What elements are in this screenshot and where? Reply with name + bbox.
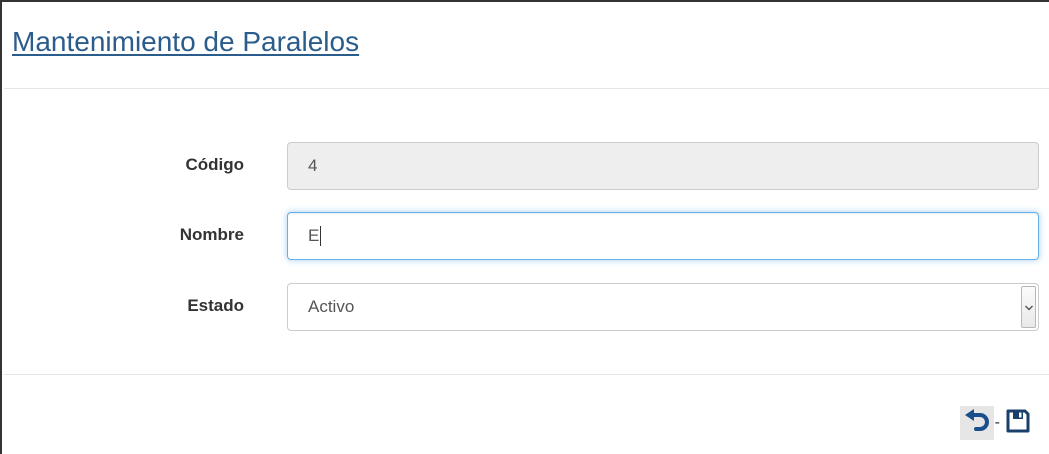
save-button[interactable] bbox=[1001, 406, 1035, 440]
codigo-field: 4 bbox=[287, 142, 1039, 190]
estado-selected-value: Activo bbox=[308, 297, 355, 316]
estado-select[interactable]: Activo bbox=[287, 283, 1039, 331]
nombre-value: E bbox=[308, 226, 320, 245]
text-caret bbox=[320, 225, 322, 246]
nombre-field[interactable]: E bbox=[287, 212, 1039, 260]
chevron-down-icon bbox=[1024, 284, 1034, 330]
page-title[interactable]: Mantenimiento de Paralelos bbox=[12, 22, 359, 62]
undo-button[interactable] bbox=[959, 406, 994, 440]
undo-icon bbox=[963, 408, 991, 438]
form-frame: Mantenimiento de Paralelos Código 4 Nomb… bbox=[0, 0, 1049, 454]
nombre-label: Nombre bbox=[179, 225, 244, 244]
codigo-label: Código bbox=[185, 155, 244, 174]
floppy-save-icon bbox=[1005, 408, 1031, 439]
codigo-value: 4 bbox=[308, 156, 318, 175]
estado-label: Estado bbox=[187, 296, 244, 315]
dropdown-arrow[interactable] bbox=[1021, 286, 1036, 328]
action-bar: - bbox=[959, 406, 1035, 440]
action-separator: - bbox=[994, 414, 1000, 431]
header-divider bbox=[4, 88, 1049, 89]
footer-divider bbox=[4, 374, 1049, 375]
